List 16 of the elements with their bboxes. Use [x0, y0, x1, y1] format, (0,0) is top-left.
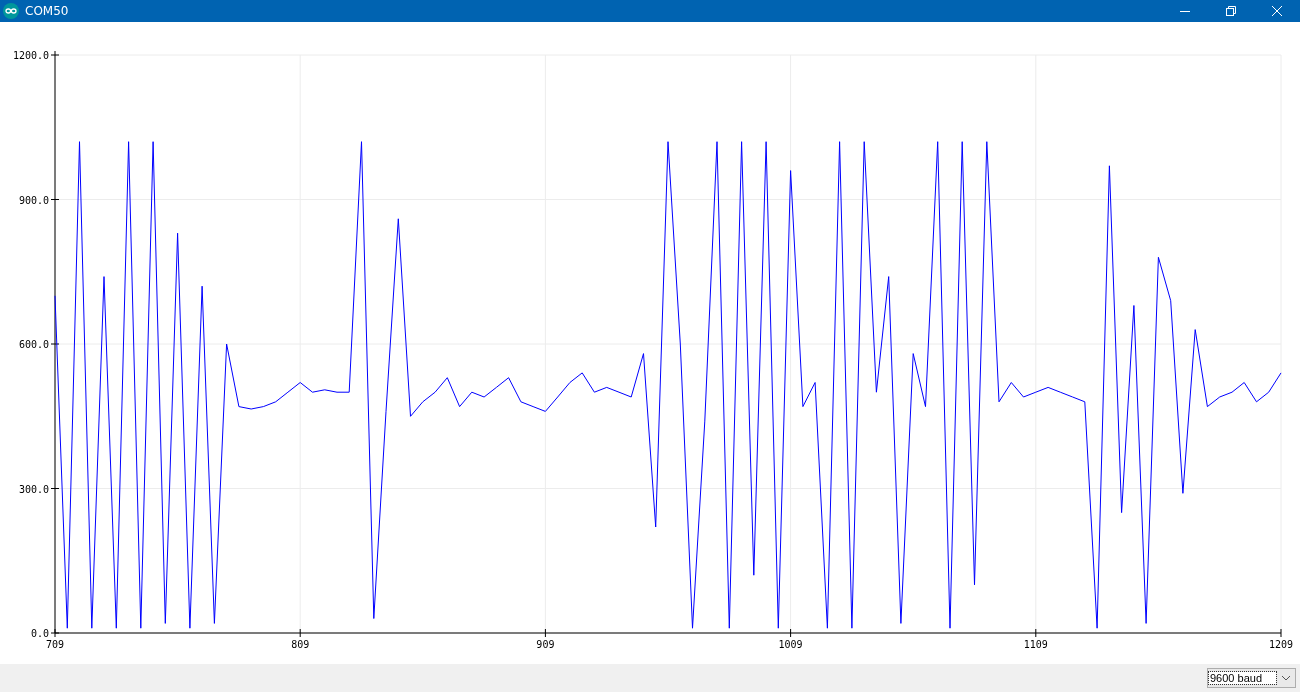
y-tick-label: 300.0 — [18, 483, 49, 495]
app-logo-icon — [3, 3, 19, 19]
x-tick-label: 709 — [45, 639, 65, 650]
x-tick-label: 1009 — [778, 639, 803, 650]
close-icon — [1272, 6, 1282, 16]
restore-icon — [1226, 6, 1236, 16]
x-tick-label: 909 — [536, 639, 555, 650]
baud-rate-dropdown[interactable]: 9600 baud — [1207, 668, 1296, 688]
y-tick-label: 1200.0 — [12, 50, 49, 61]
x-tick-label: 809 — [291, 639, 310, 650]
y-tick-label: 0.0 — [30, 628, 49, 639]
x-tick-label: 1209 — [1268, 639, 1294, 650]
x-tick-label: 1109 — [1023, 639, 1048, 650]
window-title: COM50 — [25, 4, 70, 18]
y-tick-label: 900.0 — [18, 194, 49, 206]
y-tick-label: 600.0 — [18, 339, 49, 350]
